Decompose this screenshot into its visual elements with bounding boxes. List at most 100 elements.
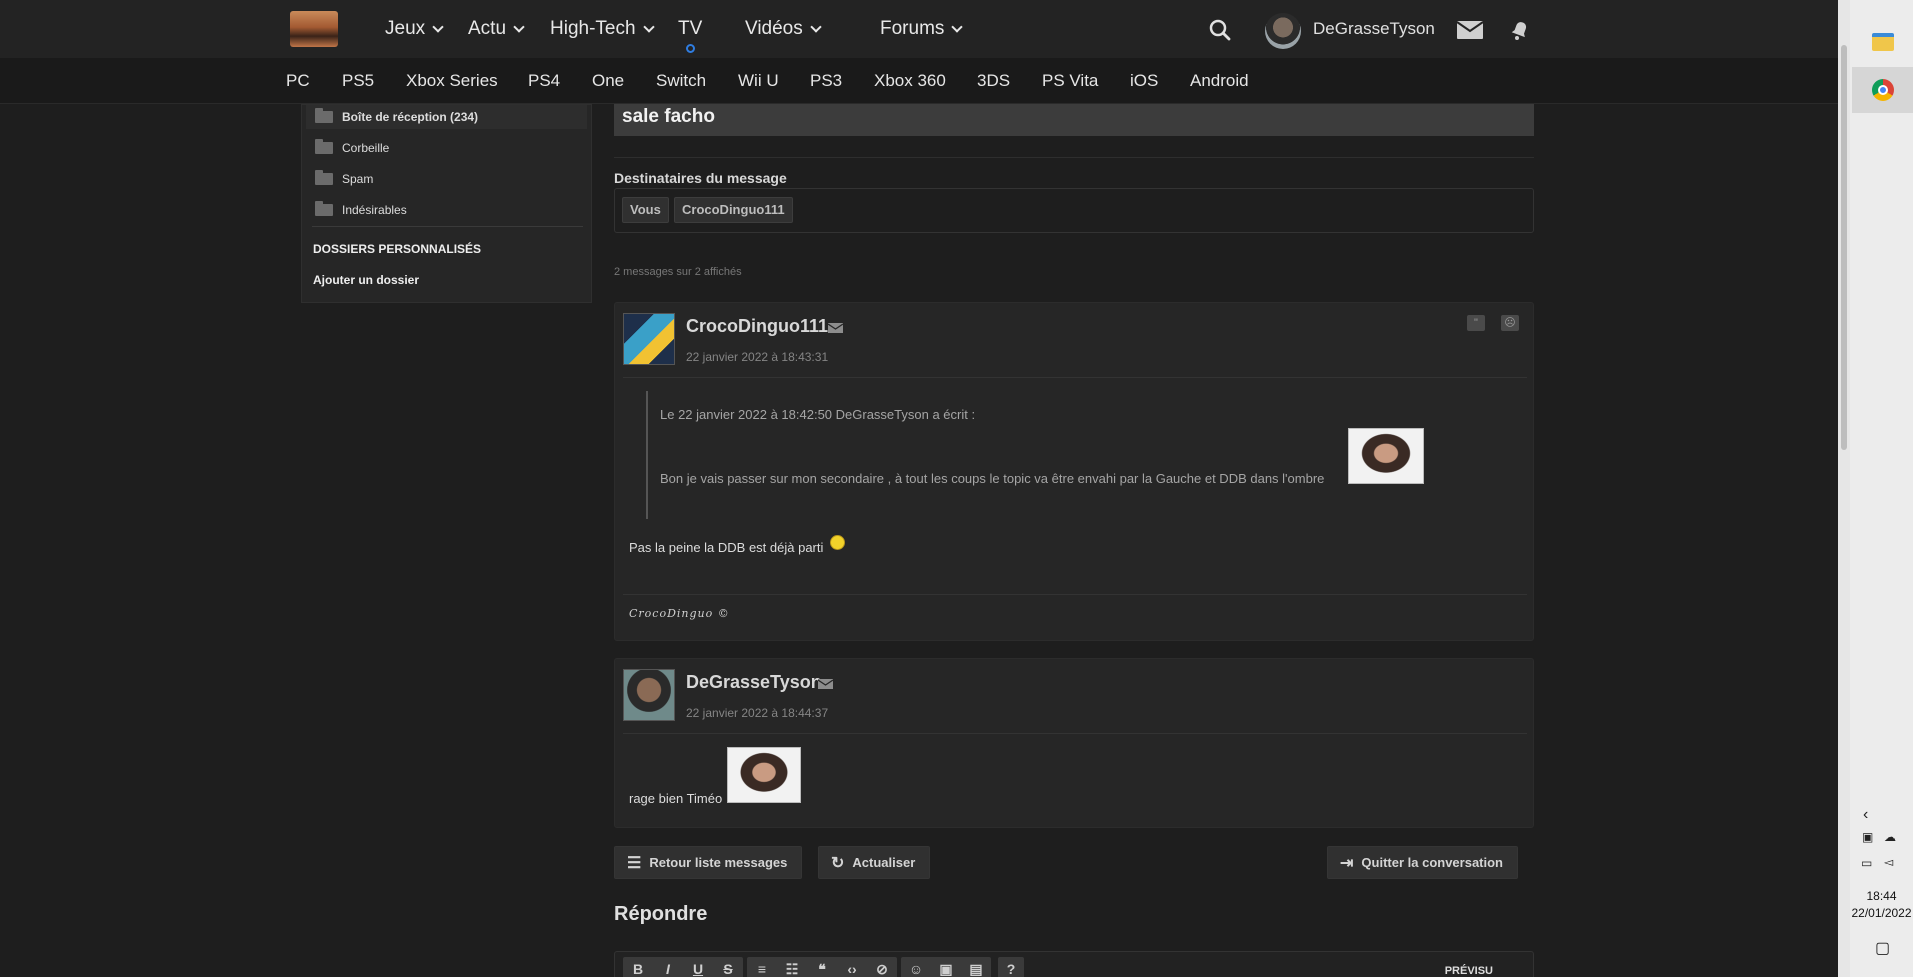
folder-icon: [315, 139, 333, 154]
folder-trash[interactable]: Corbeille: [315, 139, 390, 155]
platform-xbox-360[interactable]: Xbox 360: [874, 71, 946, 91]
nav-tv[interactable]: TV: [678, 18, 702, 40]
underline-button[interactable]: U: [683, 961, 713, 977]
reply-editor-toolbar: B I U S ≡ ☷ ❝ ‹› ⊘ ☺ ▣ ▤ ? PRÉVISU: [614, 951, 1534, 977]
user-avatar[interactable]: [1265, 13, 1301, 49]
platform-ps-vita[interactable]: PS Vita: [1042, 71, 1098, 91]
divider: [614, 157, 1534, 158]
clock-date[interactable]: 22/01/2022: [1850, 906, 1913, 920]
site-logo[interactable]: [290, 11, 338, 47]
quote-icon[interactable]: ❝: [807, 961, 837, 977]
chevron-down-icon: [810, 20, 822, 33]
envelope-icon[interactable]: [828, 323, 843, 333]
envelope-icon[interactable]: [818, 679, 833, 689]
folder-label: Corbeille: [342, 141, 390, 155]
username[interactable]: DeGrasseTyson: [1313, 19, 1435, 39]
quote-text: Bon je vais passer sur mon secondaire , …: [660, 471, 1325, 486]
format-group: B I U S: [623, 957, 743, 977]
nav-high-tech[interactable]: High-Tech: [550, 18, 655, 40]
platform-pc[interactable]: PC: [286, 71, 310, 91]
folder-unwanted[interactable]: Indésirables: [315, 201, 407, 217]
platform-ps4[interactable]: PS4: [528, 71, 560, 91]
platform-3ds[interactable]: 3DS: [977, 71, 1010, 91]
help-group: ?: [998, 957, 1024, 977]
chevron-down-icon: [513, 20, 525, 33]
chevron-down-icon: [432, 20, 444, 33]
platform-one[interactable]: One: [592, 71, 624, 91]
author-avatar[interactable]: [623, 313, 675, 365]
reply-title: Répondre: [614, 903, 708, 925]
chevron-left-icon[interactable]: ‹: [1863, 806, 1868, 824]
signature: CrocoDinguo ©: [629, 607, 730, 620]
message-text: Pas la peine la DDB est déjà parti: [629, 540, 824, 555]
emoji-icon[interactable]: ☺: [901, 961, 931, 977]
folder-label: Indésirables: [342, 203, 407, 217]
divider: [623, 377, 1527, 378]
author-name[interactable]: DeGrasseTyson: [686, 672, 822, 693]
search-icon[interactable]: [1209, 19, 1231, 41]
report-icon[interactable]: ☹: [1501, 315, 1519, 331]
author-name[interactable]: CrocoDinguo111: [686, 316, 828, 337]
nav-label: Vidéos: [745, 18, 803, 39]
add-folder-link[interactable]: Ajouter un dossier: [313, 273, 419, 287]
bold-button[interactable]: B: [623, 961, 653, 977]
notification-icon[interactable]: ▢: [1875, 938, 1890, 958]
nav-actu[interactable]: Actu: [468, 18, 525, 40]
folder-label: Boîte de réception (234): [342, 110, 479, 124]
bell-icon[interactable]: [1508, 18, 1532, 42]
subject-bar: sale facho: [614, 104, 1534, 136]
network-icon[interactable]: ▭: [1861, 856, 1872, 870]
bullet-list-icon[interactable]: ≡: [747, 961, 777, 977]
file-explorer-icon[interactable]: [1872, 33, 1894, 51]
folder-label: Spam: [342, 172, 374, 186]
refresh-button[interactable]: ↻ Actualiser: [818, 846, 931, 879]
back-to-messages-button[interactable]: ☰ Retour liste messages: [614, 846, 803, 879]
platform-ps5[interactable]: PS5: [342, 71, 374, 91]
message-count: 2 messages sur 2 affichés: [614, 266, 742, 278]
quit-conversation-button[interactable]: ⇥ Quitter la conversation: [1327, 846, 1518, 879]
insert-group: ☺ ▣ ▤: [901, 957, 991, 977]
folder-inbox[interactable]: Boîte de réception (234): [315, 108, 479, 124]
platform-wii-u[interactable]: Wii U: [738, 71, 779, 91]
folder-spam[interactable]: Spam: [315, 170, 374, 186]
strike-button[interactable]: S: [713, 961, 743, 977]
code-icon[interactable]: ‹›: [837, 961, 867, 977]
recipient-chip[interactable]: Vous: [622, 197, 669, 223]
clock-time[interactable]: 18:44: [1850, 889, 1913, 903]
platform-ps3[interactable]: PS3: [810, 71, 842, 91]
italic-button[interactable]: I: [653, 961, 683, 977]
cloud-icon[interactable]: ☁: [1884, 830, 1896, 844]
preview-button[interactable]: PRÉVISU: [1445, 965, 1493, 977]
nav-jeux[interactable]: Jeux: [385, 18, 444, 40]
message-card: DeGrasseTyson 22 janvier 2022 à 18:44:37…: [614, 658, 1534, 828]
author-avatar[interactable]: [623, 669, 675, 721]
volume-icon[interactable]: ◅: [1884, 855, 1893, 869]
sticker-image: [1348, 428, 1424, 484]
quote-icon[interactable]: ": [1467, 315, 1485, 331]
numbered-list-icon[interactable]: ☷: [777, 961, 807, 977]
mail-icon[interactable]: [1456, 20, 1484, 40]
quoted-message: Le 22 janvier 2022 à 18:42:50 DeGrasseTy…: [646, 391, 1506, 519]
top-navigation: Jeux Actu High-Tech TV Vidéos Forums DeG…: [0, 0, 1838, 58]
platform-switch[interactable]: Switch: [656, 71, 706, 91]
help-icon[interactable]: ?: [998, 961, 1024, 977]
message-text: rage bien Timéo: [629, 791, 723, 806]
scrollbar-thumb[interactable]: [1841, 45, 1847, 450]
meet-icon[interactable]: ▣: [1862, 830, 1873, 844]
nav-forums[interactable]: Forums: [880, 18, 964, 40]
button-label: Quitter la conversation: [1361, 855, 1503, 870]
platform-ios[interactable]: iOS: [1130, 71, 1158, 91]
nav-label: TV: [678, 18, 703, 39]
platform-xbox-series[interactable]: Xbox Series: [406, 71, 498, 91]
video-icon[interactable]: ▤: [961, 961, 991, 977]
divider: [623, 733, 1527, 734]
custom-folders-title: DOSSIERS PERSONNALISÉS: [313, 242, 482, 256]
recipient-chip[interactable]: CrocoDinguo111: [674, 197, 793, 223]
image-icon[interactable]: ▣: [931, 961, 961, 977]
chrome-icon[interactable]: [1872, 79, 1894, 101]
platform-android[interactable]: Android: [1190, 71, 1249, 91]
divider: [312, 226, 583, 227]
spoiler-icon[interactable]: ⊘: [867, 961, 897, 977]
nav-videos[interactable]: Vidéos: [745, 18, 822, 40]
exit-icon: ⇥: [1340, 854, 1354, 872]
